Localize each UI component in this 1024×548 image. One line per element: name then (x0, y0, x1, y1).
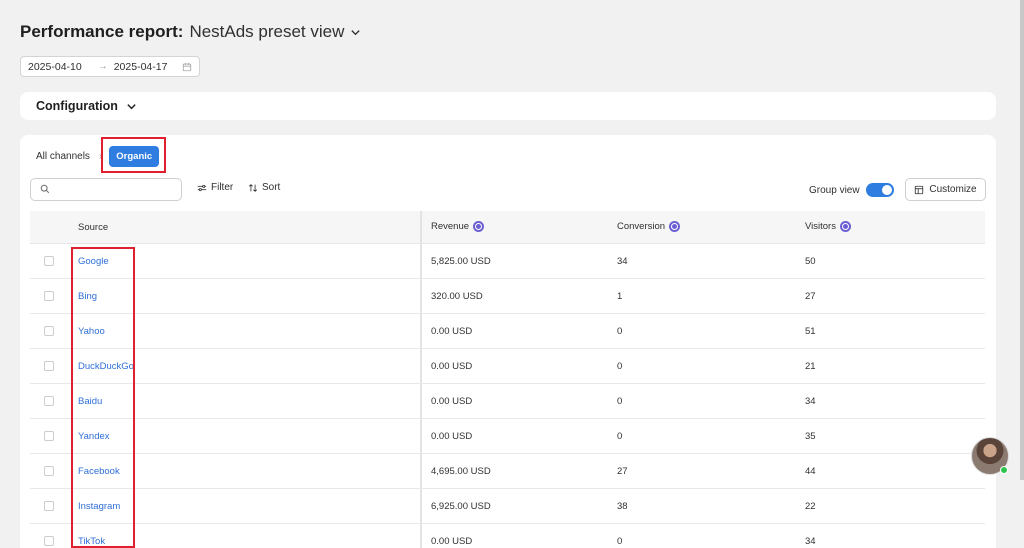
row-checkbox[interactable] (44, 326, 54, 336)
page-header: Performance report: NestAds preset view (20, 20, 361, 44)
conversion-cell: 34 (617, 255, 628, 267)
revenue-cell: 0.00 USD (431, 430, 473, 442)
info-icon[interactable] (669, 221, 681, 233)
conversion-cell: 0 (617, 360, 623, 372)
configuration-panel[interactable]: Configuration (20, 92, 996, 120)
conversion-cell: 27 (617, 465, 628, 477)
visitors-cell: 34 (805, 395, 816, 407)
column-divider[interactable] (420, 454, 422, 488)
column-divider[interactable] (420, 314, 422, 348)
start-date[interactable]: 2025-04-10 (28, 61, 82, 73)
table-row: Yahoo 0.00 USD 0 51 (30, 314, 985, 349)
visitors-cell: 44 (805, 465, 816, 477)
visitors-cell: 34 (805, 535, 816, 547)
row-checkbox[interactable] (44, 536, 54, 546)
revenue-cell: 6,925.00 USD (431, 500, 491, 512)
conversion-cell: 0 (617, 395, 623, 407)
row-checkbox[interactable] (44, 396, 54, 406)
breadcrumb-all-channels[interactable]: All channels (36, 151, 90, 162)
date-arrow: → (97, 61, 108, 72)
column-header-revenue[interactable]: Revenue (421, 221, 609, 233)
configuration-label[interactable]: Configuration (36, 99, 118, 113)
revenue-cell: 0.00 USD (431, 325, 473, 337)
table-row: Bing 320.00 USD 1 27 (30, 279, 985, 314)
filter-label[interactable]: Filter (211, 182, 233, 193)
table-row: Facebook 4,695.00 USD 27 44 (30, 454, 985, 489)
info-icon[interactable] (473, 221, 485, 233)
column-divider[interactable] (420, 349, 422, 383)
report-card: All channels › Organic Filter Sort Group… (20, 135, 996, 548)
conversion-cell: 38 (617, 500, 628, 512)
preset-view-name[interactable]: NestAds preset view (189, 22, 344, 42)
row-checkbox[interactable] (44, 431, 54, 441)
scrollbar[interactable] (1020, 0, 1024, 480)
page-title: Performance report: (20, 22, 184, 41)
table-header: Source Revenue Conversion Visitors (30, 211, 985, 244)
conversion-cell: 0 (617, 325, 623, 337)
visitors-cell: 35 (805, 430, 816, 442)
visitors-cell: 27 (805, 290, 816, 302)
group-view-toggle[interactable] (865, 183, 894, 197)
customize-label[interactable]: Customize (929, 184, 976, 195)
info-icon[interactable] (839, 221, 851, 233)
conversion-cell: 1 (617, 290, 623, 302)
sort-icon (248, 183, 258, 192)
column-header-source[interactable]: Source (68, 222, 421, 233)
online-status-indicator (1000, 466, 1008, 474)
column-divider[interactable] (420, 524, 422, 548)
table-row: Baidu 0.00 USD 0 34 (30, 384, 985, 419)
chevron-down-icon[interactable] (350, 27, 361, 38)
visitors-cell: 22 (805, 500, 816, 512)
customize-button[interactable]: Customize (905, 178, 986, 201)
column-divider[interactable] (420, 279, 422, 313)
sort-label[interactable]: Sort (262, 182, 280, 193)
filter-button[interactable]: Filter (197, 182, 233, 193)
table-body: Google 5,825.00 USD 34 50 Bing 320.00 USD 1 27 Y… (30, 244, 985, 548)
row-checkbox[interactable] (44, 466, 54, 476)
revenue-cell: 4,695.00 USD (431, 465, 491, 477)
search-input[interactable] (30, 178, 182, 201)
table-row: Instagram 6,925.00 USD 38 22 (30, 489, 985, 524)
column-divider[interactable] (420, 384, 422, 418)
highlight-box-source-column (71, 247, 135, 548)
revenue-cell: 320.00 USD (431, 290, 483, 302)
sort-button[interactable]: Sort (248, 182, 280, 193)
calendar-icon[interactable] (182, 62, 192, 72)
column-divider[interactable] (420, 211, 422, 243)
table-row: Yandex 0.00 USD 0 35 (30, 419, 985, 454)
table-row: DuckDuckGo 0.00 USD 0 21 (30, 349, 985, 384)
highlight-box-organic (101, 137, 166, 173)
group-view-label: Group view (809, 184, 860, 196)
date-range-picker[interactable]: 2025-04-10 → 2025-04-17 (20, 56, 200, 77)
conversion-cell: 0 (617, 535, 623, 547)
performance-table: Source Revenue Conversion Visitors Googl… (30, 211, 985, 548)
row-checkbox[interactable] (44, 501, 54, 511)
column-divider[interactable] (420, 419, 422, 453)
row-checkbox[interactable] (44, 256, 54, 266)
end-date[interactable]: 2025-04-17 (114, 61, 168, 73)
column-divider[interactable] (420, 244, 422, 278)
chevron-down-icon[interactable] (126, 101, 137, 112)
column-header-visitors[interactable]: Visitors (797, 221, 851, 233)
row-checkbox[interactable] (44, 291, 54, 301)
row-checkbox[interactable] (44, 361, 54, 371)
group-view-control: Group view (809, 183, 894, 197)
search-icon (40, 181, 50, 199)
conversion-cell: 0 (617, 430, 623, 442)
column-divider[interactable] (420, 489, 422, 523)
table-row: Google 5,825.00 USD 34 50 (30, 244, 985, 279)
visitors-cell: 51 (805, 325, 816, 337)
column-header-conversion[interactable]: Conversion (609, 221, 797, 233)
revenue-cell: 0.00 USD (431, 395, 473, 407)
revenue-cell: 0.00 USD (431, 535, 473, 547)
columns-icon (915, 185, 924, 194)
revenue-cell: 5,825.00 USD (431, 255, 491, 267)
visitors-cell: 21 (805, 360, 816, 372)
table-row: TikTok 0.00 USD 0 34 (30, 524, 985, 548)
revenue-cell: 0.00 USD (431, 360, 473, 372)
visitors-cell: 50 (805, 255, 816, 267)
filter-icon (197, 184, 207, 191)
